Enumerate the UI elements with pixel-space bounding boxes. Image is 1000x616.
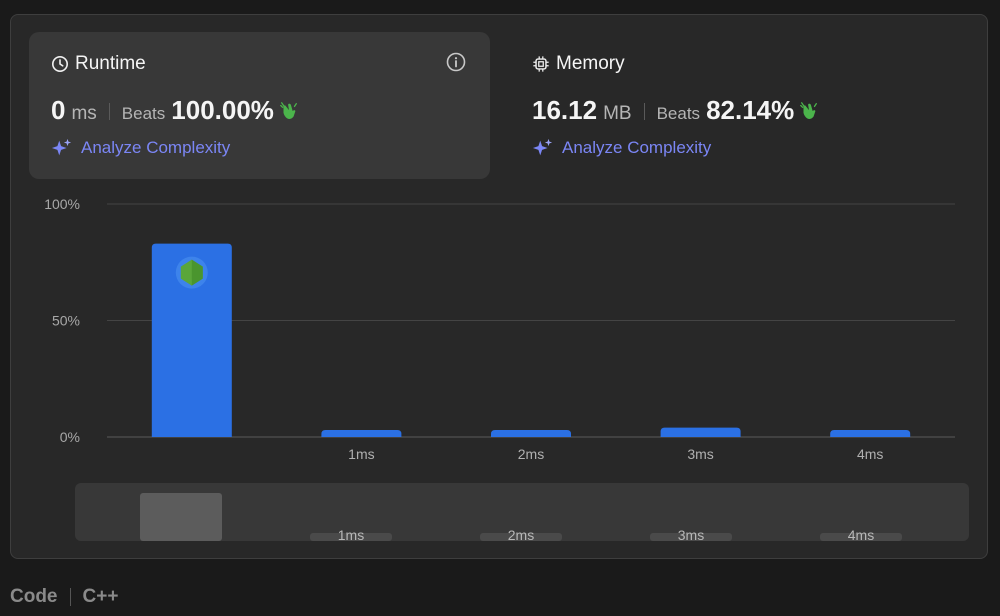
x-tick-label: 2ms: [518, 446, 544, 462]
chart-bar: [491, 430, 571, 437]
chart-bar: [321, 430, 402, 437]
overview-tick-label: 3ms: [678, 527, 704, 543]
y-tick-label: 50%: [52, 313, 80, 329]
chart-bar: [660, 427, 741, 437]
overview-bar: [140, 493, 222, 541]
divider: [69, 588, 71, 606]
chart-bar: [830, 430, 911, 437]
y-tick-label: 100%: [44, 196, 80, 212]
code-footer: Code C++: [10, 586, 118, 608]
language-label: C++: [82, 586, 119, 607]
code-label: Code: [10, 586, 58, 607]
x-tick-label: 1ms: [348, 446, 374, 462]
overview-tick-label: 4ms: [848, 527, 874, 543]
overview-tick-label: 1ms: [338, 527, 364, 543]
x-tick-label: 3ms: [687, 446, 713, 462]
overview-tick-label: 2ms: [508, 527, 534, 543]
y-tick-label: 0%: [60, 429, 80, 445]
x-tick-label: 4ms: [857, 446, 883, 462]
runtime-distribution-chart[interactable]: 100% 50% 0% 1ms 2ms 3ms 4ms 1ms 2ms 3ms 4ms: [0, 0, 1000, 560]
